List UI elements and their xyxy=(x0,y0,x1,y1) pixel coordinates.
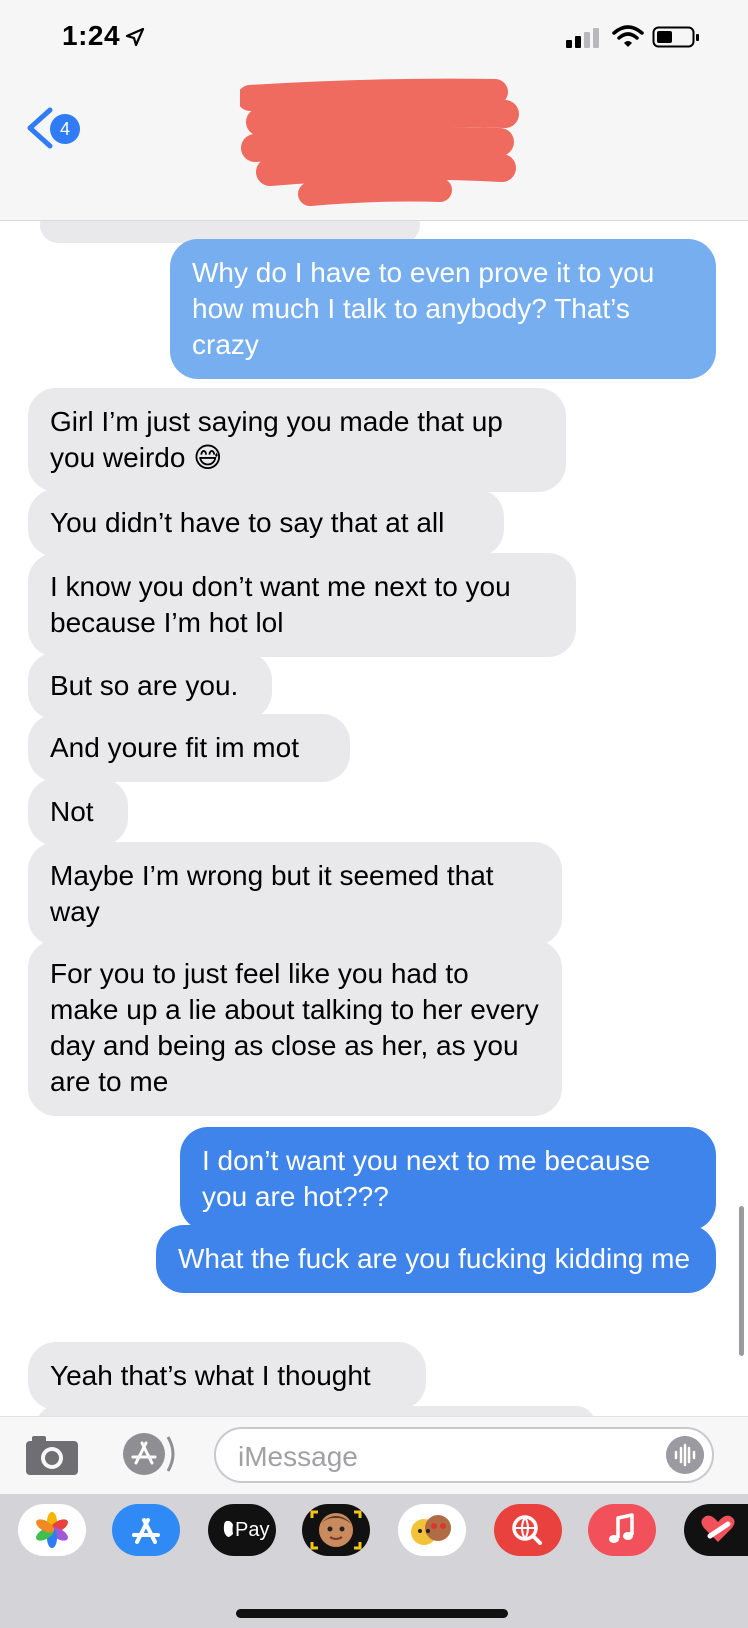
home-indicator[interactable] xyxy=(236,1609,508,1618)
message-thread[interactable]: Why do I have to even prove it to you ho… xyxy=(0,221,748,1416)
message-bubble-incoming[interactable]: And youre fit im mot xyxy=(28,714,350,782)
compose-bar: iMessage xyxy=(0,1416,748,1495)
conversation-header: 4 xyxy=(0,78,748,221)
scrollbar[interactable] xyxy=(739,1206,744,1356)
music-icon[interactable] xyxy=(588,1504,656,1556)
location-arrow-icon xyxy=(125,27,145,47)
app-store-button-icon[interactable] xyxy=(116,1429,180,1479)
animoji-stickers-icon[interactable] xyxy=(398,1504,466,1556)
apple-pay-icon[interactable]: Pay xyxy=(208,1504,276,1556)
memoji-icon[interactable] xyxy=(302,1504,370,1556)
message-bubble-incoming[interactable]: Not xyxy=(28,778,128,846)
unread-count-badge[interactable]: 4 xyxy=(50,114,80,144)
status-bar: 1:24 xyxy=(0,0,748,80)
redacted-contact-name xyxy=(240,78,519,206)
imessage-input[interactable]: iMessage xyxy=(214,1427,714,1483)
digital-touch-icon[interactable] xyxy=(684,1504,748,1556)
message-bubble-outgoing[interactable]: Why do I have to even prove it to you ho… xyxy=(170,239,716,379)
message-bubble-incoming[interactable]: Yeah that’s what I thought xyxy=(28,1342,426,1410)
message-bubble-incoming[interactable]: Girl I’m just saying you made that up yo… xyxy=(28,388,566,492)
status-time: 1:24 xyxy=(62,20,121,51)
message-bubble-outgoing[interactable]: What the fuck are you fucking kidding me xyxy=(156,1225,716,1293)
camera-icon[interactable] xyxy=(24,1433,80,1477)
imessage-app-drawer: Pay xyxy=(0,1494,748,1628)
wifi-icon xyxy=(612,25,644,47)
message-bubble-incoming[interactable]: Maybe I’m wrong but it seemed that way xyxy=(28,842,562,946)
next-message-bubble xyxy=(36,1406,596,1416)
web-search-icon[interactable] xyxy=(494,1504,562,1556)
battery-icon xyxy=(652,26,699,48)
message-bubble-incoming[interactable]: For you to just feel like you had to mak… xyxy=(28,940,562,1116)
message-bubble-incoming[interactable]: I know you don’t want me next to you bec… xyxy=(28,553,576,657)
apple-pay-label: Pay xyxy=(235,1519,269,1541)
audio-waveform-icon[interactable] xyxy=(666,1436,704,1474)
photos-icon[interactable] xyxy=(18,1504,86,1556)
message-bubble-incoming[interactable]: But so are you. xyxy=(28,652,272,720)
cellular-signal-icon xyxy=(566,28,599,48)
imessage-placeholder: iMessage xyxy=(238,1441,358,1472)
app-store-icon[interactable] xyxy=(112,1504,180,1556)
message-bubble-outgoing[interactable]: I don’t want you next to me because you … xyxy=(180,1127,716,1231)
message-bubble-incoming[interactable]: You didn’t have to say that at all xyxy=(28,489,504,557)
